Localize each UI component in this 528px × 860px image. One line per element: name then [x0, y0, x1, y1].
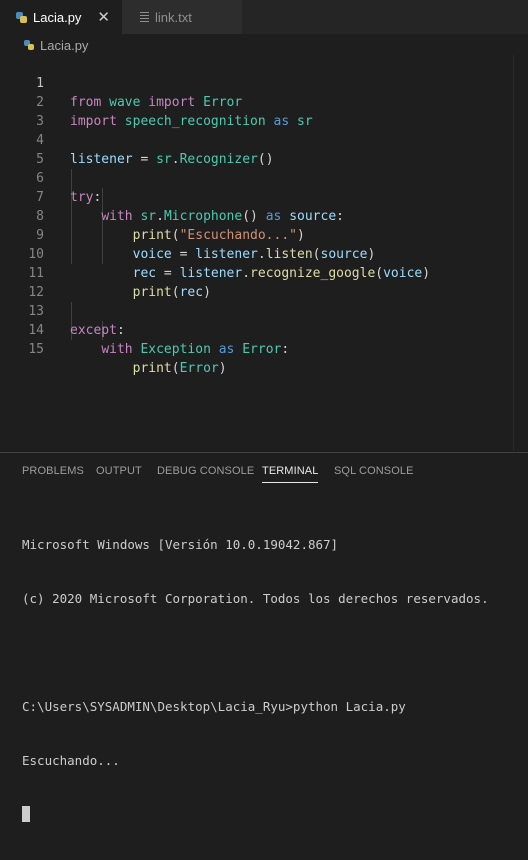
terminal-output[interactable]: Microsoft Windows [Versión 10.0.19042.86…	[22, 500, 489, 860]
tab-debug-console[interactable]: DEBUG CONSOLE	[157, 465, 254, 477]
token: as	[218, 342, 235, 357]
terminal-line: Microsoft Windows [Versión 10.0.19042.86…	[22, 537, 339, 552]
code-line[interactable]: 12	[0, 264, 528, 300]
tab-problems[interactable]: PROBLEMS	[22, 465, 84, 477]
code-line[interactable]: 7 with sr.Microphone() as source:	[0, 169, 528, 224]
code-line[interactable]: 8 print("Escuchando...")	[0, 188, 528, 243]
token: )	[218, 361, 227, 376]
tab-label: link.txt	[155, 9, 192, 25]
python-file-icon	[24, 40, 34, 50]
breadcrumb-file[interactable]: Lacia.py	[40, 38, 88, 53]
token: with	[101, 342, 133, 357]
code-line[interactable]: 14 with Exception as Error:	[0, 302, 528, 357]
tab-output[interactable]: OUTPUT	[96, 465, 142, 477]
terminal-line: (c) 2020 Microsoft Corporation. Todos lo…	[22, 591, 489, 606]
tab-label: Lacia.py	[33, 9, 82, 25]
tab-link-txt[interactable]: link.txt	[122, 0, 242, 34]
code-line[interactable]: 10 rec = listener.recognize_google(voice…	[0, 226, 528, 281]
tab-sql-console[interactable]: SQL CONSOLE	[334, 465, 414, 477]
bottom-panel: PROBLEMS OUTPUT DEBUG CONSOLE TERMINAL S…	[0, 452, 528, 822]
token: Error	[242, 342, 282, 357]
editor-tab-bar: Lacia.py ✕ link.txt	[0, 0, 528, 34]
code-line[interactable]: 11 print(rec)	[0, 245, 528, 300]
token: Exception	[140, 342, 211, 357]
breadcrumb[interactable]: Lacia.py	[0, 34, 528, 56]
python-file-icon	[16, 11, 27, 23]
token: Error	[179, 361, 219, 376]
code-line[interactable]: 1 from wave import Error	[0, 55, 528, 110]
text-file-icon	[140, 11, 149, 23]
code-line[interactable]: 15 print(Error)	[0, 321, 528, 376]
tab-terminal[interactable]: TERMINAL	[262, 465, 319, 483]
code-line[interactable]: 9 voice = listener.listen(source)	[0, 207, 528, 262]
token: print	[132, 361, 172, 376]
terminal-line: C:\Users\SYSADMIN\Desktop\Lacia_Ryu>pyth…	[22, 699, 406, 714]
token: (	[171, 361, 180, 376]
code-line[interactable]: 4 listener = sr.Recognizer()	[0, 112, 528, 167]
tab-lacia-py[interactable]: Lacia.py ✕	[0, 0, 122, 34]
terminal-cursor	[22, 806, 30, 822]
token: :	[281, 342, 290, 357]
code-line[interactable]: 5	[0, 131, 528, 167]
code-line[interactable]: 13 except:	[0, 283, 528, 338]
code-line[interactable]: 2 import speech_recognition as sr	[0, 74, 528, 129]
line-number: 15	[28, 342, 44, 357]
panel-tabs: PROBLEMS OUTPUT DEBUG CONSOLE TERMINAL S…	[0, 453, 528, 489]
code-editor[interactable]: 1 from wave import Error 2 import speech…	[0, 55, 528, 376]
editor-scrollbar[interactable]	[513, 55, 528, 451]
terminal-line: Escuchando...	[22, 753, 120, 768]
code-line[interactable]: 3	[0, 93, 528, 129]
terminal-prompt-line[interactable]	[22, 806, 489, 824]
code-line[interactable]: 6 try:	[0, 150, 528, 205]
close-icon[interactable]: ✕	[97, 8, 110, 26]
